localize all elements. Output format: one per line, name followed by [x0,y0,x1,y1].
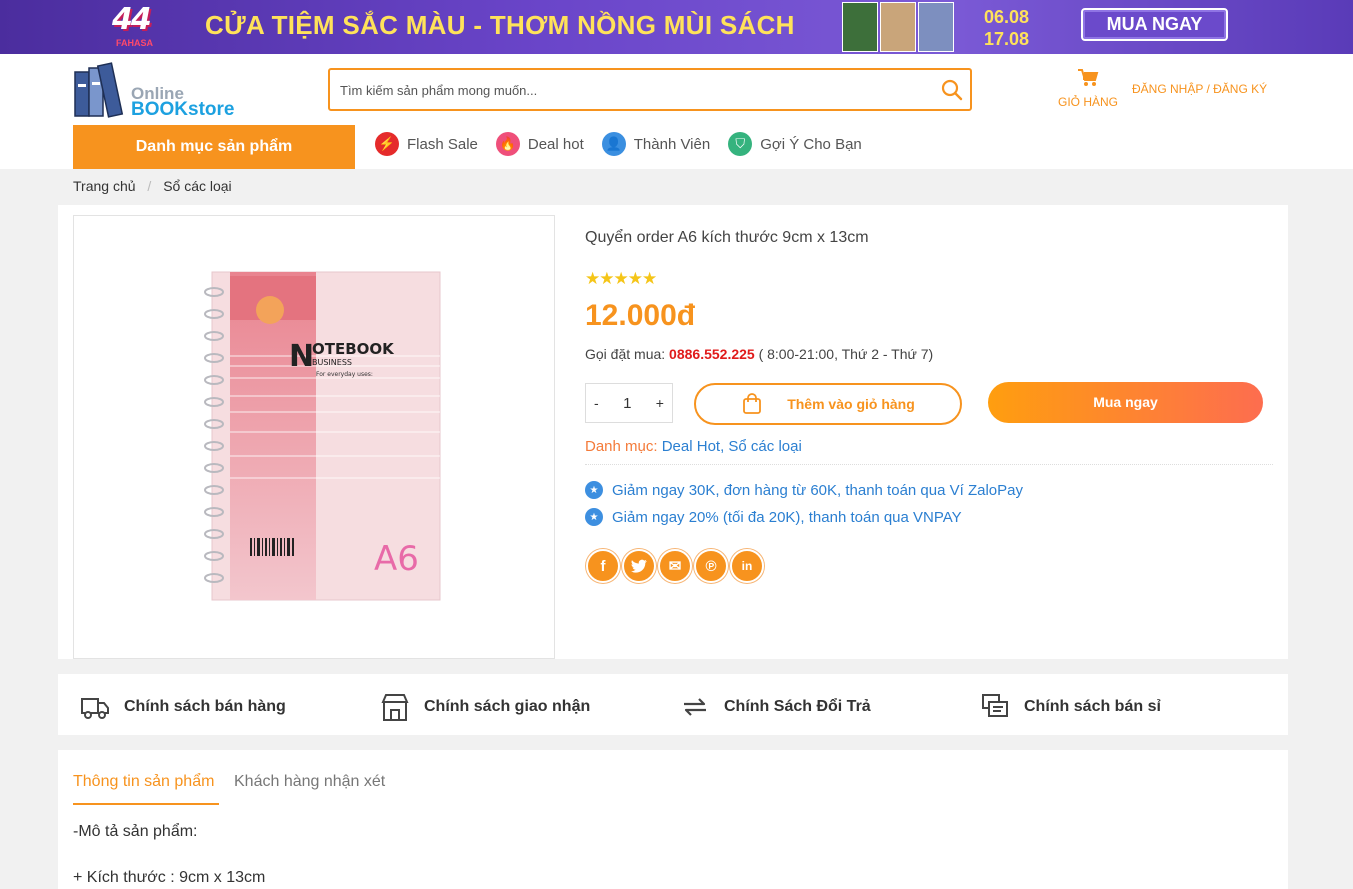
breadcrumb-separator: / [147,178,152,194]
description-heading: -Mô tả sản phẩm: [73,823,198,840]
notebook-image: N OTEBOOK BUSINESS For everyday uses: A6 [204,271,441,601]
nav-item-flash-sale[interactable]: ⚡ Flash Sale [375,131,478,157]
buy-now-button[interactable]: Mua ngay [988,382,1263,423]
category-link-deal-hot[interactable]: Deal Hot [662,438,720,455]
cart-button[interactable]: GIỎ HÀNG [1052,68,1124,109]
category-menu-button[interactable]: Danh mục sản phẩm [73,125,355,169]
notebook-size-text: A6 [374,539,419,579]
banner-slogan: CỬA TIỆM SẮC MÀU - THƠM NỒNG MÙI SÁCH [205,10,795,40]
email-icon[interactable]: ✉ [658,549,692,583]
divider [585,464,1273,465]
user-icon: 👤 [601,132,626,156]
breadcrumb: Trang chủ / Sổ các loại [73,178,232,194]
policy-label: Chính sách giao nhận [424,698,591,715]
fire-icon: 🔥 [495,132,520,156]
qty-minus-button[interactable]: - [594,395,599,411]
star-badge-icon: ★ [585,508,603,526]
promo-banner[interactable]: 44 FAHASA CỬA TIỆM SẮC MÀU - THƠM NỒNG M… [0,0,1353,54]
star-badge-icon: ★ [585,481,603,499]
nav-item-label: Deal hot [527,135,584,153]
linkedin-icon[interactable]: in [730,549,764,583]
policy-returns[interactable]: Chính Sách Đổi Trả [680,692,871,722]
active-tab-indicator [73,803,219,805]
order-phone: Gọi đặt mua: 0886.552.225 ( 8:00-21:00, … [585,346,933,362]
shield-icon: ⛉ [728,132,753,156]
store-icon [381,694,409,721]
shopping-bag-icon [743,393,762,414]
notebook-brand-text: OTEBOOK [312,340,395,358]
policies-bar: Chính sách bán hàng Chính sách giao nhận… [58,674,1288,735]
tab-product-info[interactable]: Thông tin sản phẩm [73,773,214,791]
add-to-cart-button[interactable]: Thêm vào giỏ hàng [694,383,962,425]
nav-item-suggestions[interactable]: ⛉ Gợi Ý Cho Bạn [728,131,862,157]
nav-item-label: Thành Viên [633,135,711,153]
product-details: Thông tin sản phẩm Khách hàng nhận xét -… [58,750,1288,889]
nav-item-members[interactable]: 👤 Thành Viên [601,131,711,157]
policy-label: Chính Sách Đổi Trả [724,698,871,715]
notebook-business-text: BUSINESS [312,358,352,367]
banner-books-image [842,0,954,54]
truck-icon [81,698,109,719]
policy-label: Chính sách bán sỉ [1024,698,1161,715]
product-section: N OTEBOOK BUSINESS For everyday uses: A6… [58,205,1288,659]
banner-number: 44 [112,2,152,37]
phone-label: Gọi đặt mua: [585,346,666,362]
category-separator: , [720,438,725,455]
product-image[interactable]: N OTEBOOK BUSINESS For everyday uses: A6 [73,215,555,659]
policy-label: Chính sách bán hàng [124,698,286,715]
phone-hours: ( 8:00-21:00, Thứ 2 - Thứ 7) [758,346,934,362]
promo-text: Giảm ngay 30K, đơn hàng từ 60K, thanh to… [612,481,1023,499]
policy-wholesale[interactable]: Chính sách bán sỉ [980,692,1161,722]
share-buttons: f ✉ ℗ in [586,549,764,583]
phone-number[interactable]: 0886.552.225 [669,346,755,362]
twitter-icon[interactable] [622,549,656,583]
cart-icon [1078,69,1099,86]
banner-date-start: 06.08 [984,7,1030,27]
product-title: Quyển order A6 kích thước 9cm x 13cm [585,229,869,246]
banner-brand: FAHASA [116,38,154,48]
login-register-link[interactable]: ĐĂNG NHẬP / ĐĂNG KÝ [1132,82,1267,96]
description-size: + Kích thước : 9cm x 13cm [73,869,266,886]
promo-item: ★ Giảm ngay 30K, đơn hàng từ 60K, thanh … [585,481,1023,499]
banner-dates: 06.08 17.08 [984,6,1029,50]
pinterest-icon[interactable]: ℗ [694,549,728,583]
tab-customer-reviews[interactable]: Khách hàng nhận xét [234,773,385,791]
breadcrumb-current-link[interactable]: Sổ các loại [163,178,231,194]
nav-item-deal-hot[interactable]: 🔥 Deal hot [495,131,584,157]
search-box [328,68,972,111]
twitter-bird-icon [631,559,647,573]
lightning-icon: ⚡ [375,132,399,156]
search-icon[interactable] [940,78,964,102]
notebook-n-text: N [289,339,314,374]
category-link-notebooks[interactable]: Sổ các loại [728,438,801,455]
banner-buy-now-button[interactable]: MUA NGAY [1081,8,1228,41]
product-categories: Danh mục: Deal Hot, Sổ các loại [585,438,802,455]
books-logo-icon [74,62,124,118]
add-to-cart-label: Thêm vào giỏ hàng [787,396,915,412]
chat-icon [982,694,1008,717]
rating-stars: ★★★★★ [585,269,657,288]
promo-item: ★ Giảm ngay 20% (tối đa 20K), thanh toán… [585,508,962,526]
policy-sales[interactable]: Chính sách bán hàng [80,692,286,722]
product-price: 12.000đ [585,299,696,332]
banner-date-end: 17.08 [984,29,1030,49]
main-nav: ⚡ Flash Sale 🔥 Deal hot 👤 Thành Viên ⛉ G… [375,131,880,157]
site-header: Online BOOKstore GIỎ HÀNG ĐĂNG NHẬP / ĐĂ… [0,54,1353,169]
exchange-icon [684,698,706,716]
qty-plus-button[interactable]: + [656,395,664,411]
quantity-stepper: - 1 + [585,383,673,423]
qty-input[interactable]: 1 [623,395,631,412]
cart-label: GIỎ HÀNG [1057,95,1118,109]
category-label: Danh mục: [585,438,658,455]
search-input[interactable] [340,80,930,100]
nav-item-label: Flash Sale [407,135,478,153]
promo-text: Giảm ngay 20% (tối đa 20K), thanh toán q… [612,508,962,526]
logo-text-bookstore: BOOKstore [131,99,235,120]
breadcrumb-home-link[interactable]: Trang chủ [73,178,136,194]
notebook-uses-text: For everyday uses: [316,371,373,378]
nav-item-label: Gợi Ý Cho Bạn [760,135,862,153]
policy-delivery[interactable]: Chính sách giao nhận [380,692,590,722]
site-logo[interactable]: Online BOOKstore [73,58,243,120]
facebook-icon[interactable]: f [586,549,620,583]
